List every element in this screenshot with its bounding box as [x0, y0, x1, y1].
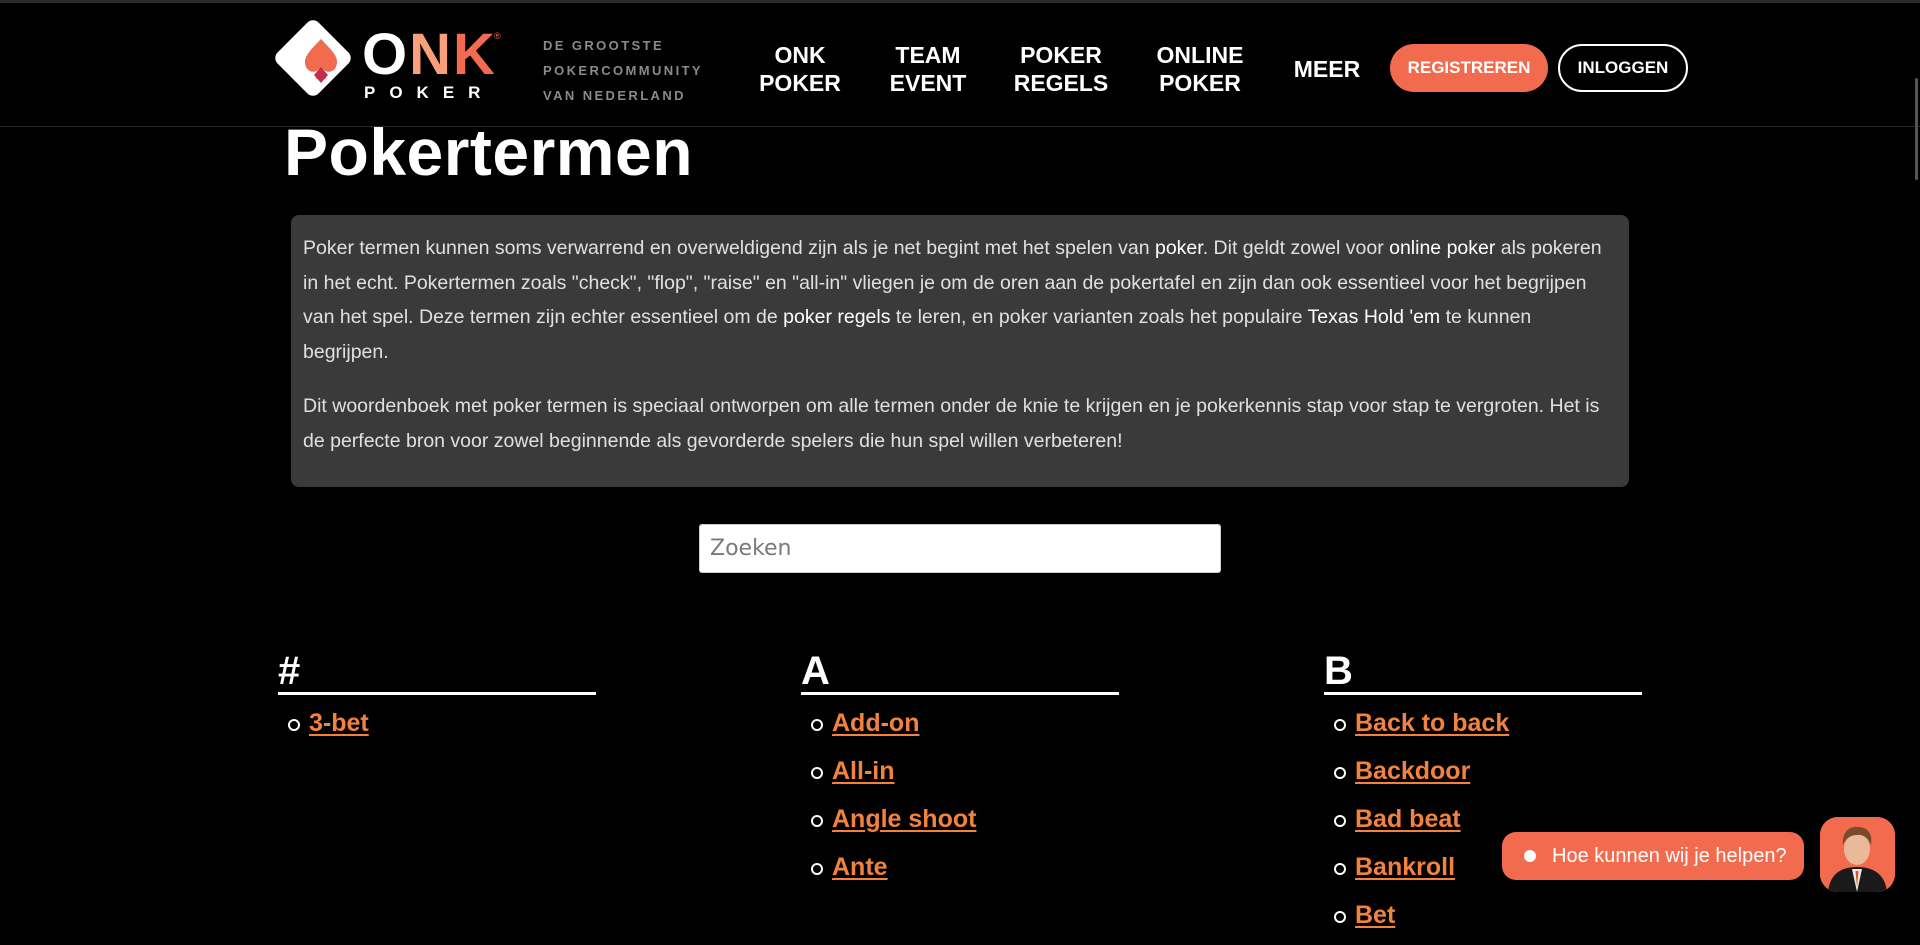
- term-column-a: A Add-on All-in Angle shoot Ante: [801, 650, 1119, 897]
- person-avatar-icon: [1820, 817, 1895, 892]
- search-input[interactable]: [699, 524, 1221, 573]
- column-letter: #: [278, 650, 596, 695]
- intro-box: Poker termen kunnen soms verwarrend en o…: [291, 215, 1629, 487]
- term-item: 3-bet: [288, 705, 596, 753]
- term-item: Back to back: [1334, 705, 1642, 753]
- nav-team-event[interactable]: TEAM EVENT: [868, 41, 988, 97]
- chat-help-button[interactable]: Hoe kunnen wij je helpen?: [1502, 832, 1804, 880]
- term-column-hash: # 3-bet: [278, 650, 596, 753]
- intro-paragraph: Poker termen kunnen soms verwarrend en o…: [303, 237, 1602, 363]
- tagline-line: VAN NEDERLAND: [543, 88, 686, 103]
- nav-meer[interactable]: MEER: [1282, 55, 1372, 83]
- link-poker-regels[interactable]: poker regels: [783, 306, 890, 328]
- term-item: Backdoor: [1334, 753, 1642, 801]
- chat-label: Hoe kunnen wij je helpen?: [1552, 844, 1787, 867]
- nav-onk-poker[interactable]: ONK POKER: [740, 41, 860, 97]
- term-item: Add-on: [811, 705, 1119, 753]
- onk-poker-logo[interactable]: ONK ® POKER: [271, 16, 506, 102]
- term-item: Angle shoot: [811, 801, 1119, 849]
- intro-paragraph: Dit woordenboek met poker termen is spec…: [303, 395, 1600, 452]
- page-scrollbar[interactable]: [1915, 78, 1918, 180]
- tagline: DE GROOTSTE POKERCOMMUNITY VAN NEDERLAND: [543, 33, 723, 108]
- nav-online-poker[interactable]: ONLINE POKER: [1135, 41, 1265, 97]
- term-item: Bet: [1334, 897, 1642, 945]
- term-link[interactable]: Add-on: [832, 709, 919, 737]
- register-button[interactable]: REGISTREREN: [1390, 44, 1548, 92]
- site-header: ONK ® POKER DE GROOTSTE POKERCOMMUNITY V…: [0, 3, 1920, 127]
- link-poker[interactable]: poker: [1155, 237, 1203, 259]
- page-title: Pokertermen: [284, 115, 694, 189]
- status-dot-icon: [1524, 850, 1536, 862]
- link-texas-holdem[interactable]: Texas Hold 'em: [1307, 306, 1440, 328]
- nav-poker-regels[interactable]: POKER REGELS: [996, 41, 1126, 97]
- column-letter: B: [1324, 650, 1642, 695]
- spade-icon: [304, 39, 338, 83]
- term-link[interactable]: Bet: [1355, 901, 1395, 929]
- tagline-line: DE GROOTSTE: [543, 38, 665, 53]
- term-link[interactable]: Back to back: [1355, 709, 1509, 737]
- term-item: Ante: [811, 849, 1119, 897]
- term-link[interactable]: All-in: [832, 757, 895, 785]
- tagline-line: POKERCOMMUNITY: [543, 63, 703, 78]
- logo-wordmark: ONK: [362, 22, 497, 87]
- logo-subtext: POKER: [364, 83, 495, 102]
- term-link[interactable]: Bankroll: [1355, 853, 1455, 881]
- column-letter: A: [801, 650, 1119, 695]
- term-column-b: B Back to back Backdoor Bad beat Bankrol…: [1324, 650, 1642, 945]
- link-online-poker[interactable]: online poker: [1389, 237, 1495, 259]
- registered-mark: ®: [494, 31, 501, 41]
- term-link[interactable]: Ante: [832, 853, 888, 881]
- term-item: All-in: [811, 753, 1119, 801]
- login-button[interactable]: INLOGGEN: [1558, 44, 1688, 92]
- term-link[interactable]: Backdoor: [1355, 757, 1470, 785]
- term-link[interactable]: Angle shoot: [832, 805, 976, 833]
- term-link[interactable]: Bad beat: [1355, 805, 1461, 833]
- support-avatar[interactable]: [1820, 817, 1895, 892]
- term-link[interactable]: 3-bet: [309, 709, 369, 737]
